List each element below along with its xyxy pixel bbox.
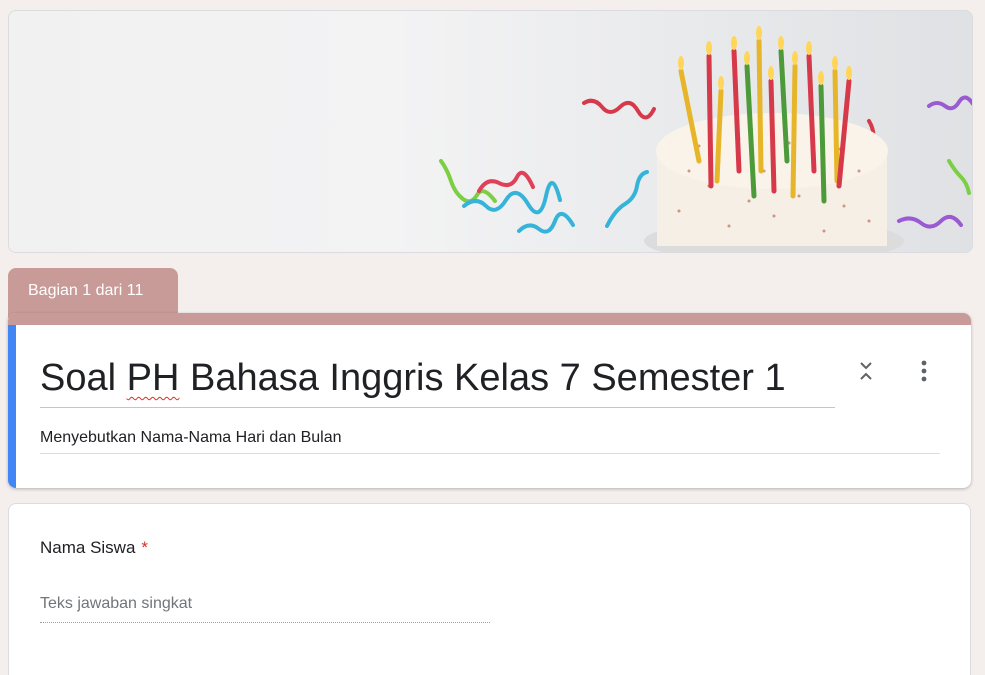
- required-asterisk: *: [141, 538, 149, 557]
- collapse-section-button[interactable]: [850, 355, 882, 387]
- collapse-icon: [860, 362, 872, 380]
- more-options-button[interactable]: [908, 355, 940, 387]
- theme-color-strip: [8, 313, 971, 325]
- form-title-pre: Soal: [40, 357, 127, 399]
- section-tab[interactable]: Bagian 1 dari 11: [8, 268, 178, 318]
- short-answer-field[interactable]: Teks jawaban singkat: [40, 593, 490, 623]
- form-title-card[interactable]: Soal PH Bahasa Inggris Kelas 7 Semester …: [8, 313, 971, 488]
- form-description-input[interactable]: Menyebutkan Nama-Nama Hari dan Bulan: [40, 427, 940, 454]
- form-editor-page: Bagian 1 dari 11 Soal PH Bahasa Inggris …: [0, 0, 985, 675]
- question-card[interactable]: Nama Siswa * Teks jawaban singkat: [8, 503, 971, 675]
- birthday-cake-illustration: [439, 26, 972, 252]
- question-title-text: Nama Siswa: [40, 538, 136, 557]
- form-description-text: Menyebutkan Nama-Nama Hari dan Bulan: [40, 429, 342, 446]
- form-title-input[interactable]: Soal PH Bahasa Inggris Kelas 7 Semester …: [40, 355, 835, 408]
- active-card-indicator: [8, 325, 16, 488]
- short-answer-placeholder: Teks jawaban singkat: [40, 595, 193, 612]
- header-banner-image[interactable]: [8, 10, 973, 253]
- section-tab-label: Bagian 1 dari 11: [28, 282, 144, 299]
- question-title: Nama Siswa *: [40, 538, 148, 558]
- form-title-flagged-word: PH: [126, 357, 180, 399]
- more-vert-icon: [921, 360, 927, 382]
- form-title-post: Bahasa Inggris Kelas 7 Semester 1: [179, 357, 786, 399]
